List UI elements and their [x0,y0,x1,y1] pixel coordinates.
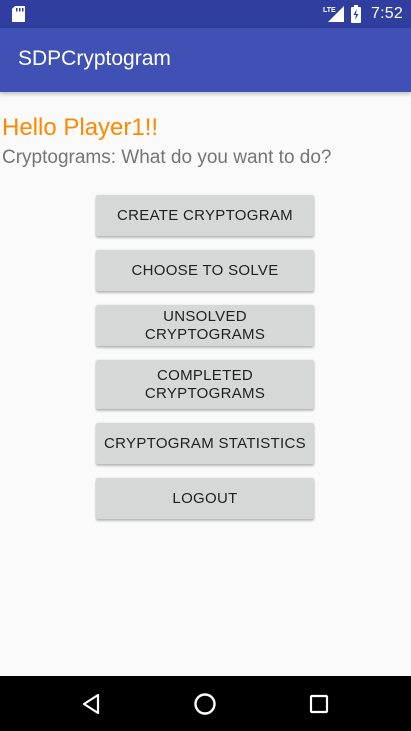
greeting-text: Hello Player1!! [2,114,159,141]
back-icon [82,693,100,714]
choose-to-solve-button[interactable]: CHOOSE TO SOLVE [96,250,314,291]
logout-button[interactable]: LOGOUT [96,478,314,519]
status-bar: LTE 7:52 [0,0,411,28]
app-title: SDPCryptogram [18,47,171,70]
main-content: Hello Player1!! Cryptograms: What do you… [0,92,411,676]
recents-icon [309,694,329,713]
home-icon [194,692,216,715]
unsolved-cryptograms-button[interactable]: UNSOLVED CRYPTOGRAMS [96,305,314,346]
app-bar: SDPCryptogram [0,28,411,92]
prompt-text: Cryptograms: What do you want to do? [2,147,332,168]
recents-button[interactable] [289,676,349,731]
cryptogram-statistics-button[interactable]: CRYPTOGRAM STATISTICS [96,423,314,464]
completed-cryptograms-button[interactable]: COMPLETED CRYPTOGRAMS [96,360,314,409]
navigation-bar [0,676,411,731]
home-button[interactable] [175,676,235,731]
create-cryptogram-button[interactable]: CREATE CRYPTOGRAM [96,195,314,236]
sd-card-icon [12,6,25,22]
status-time: 7:52 [371,5,403,22]
status-icons: LTE 7:52 [323,0,403,28]
battery-icon [351,5,362,23]
lte-signal-icon: LTE [323,6,345,22]
svg-text:LTE: LTE [323,7,336,14]
back-button[interactable] [61,676,121,731]
